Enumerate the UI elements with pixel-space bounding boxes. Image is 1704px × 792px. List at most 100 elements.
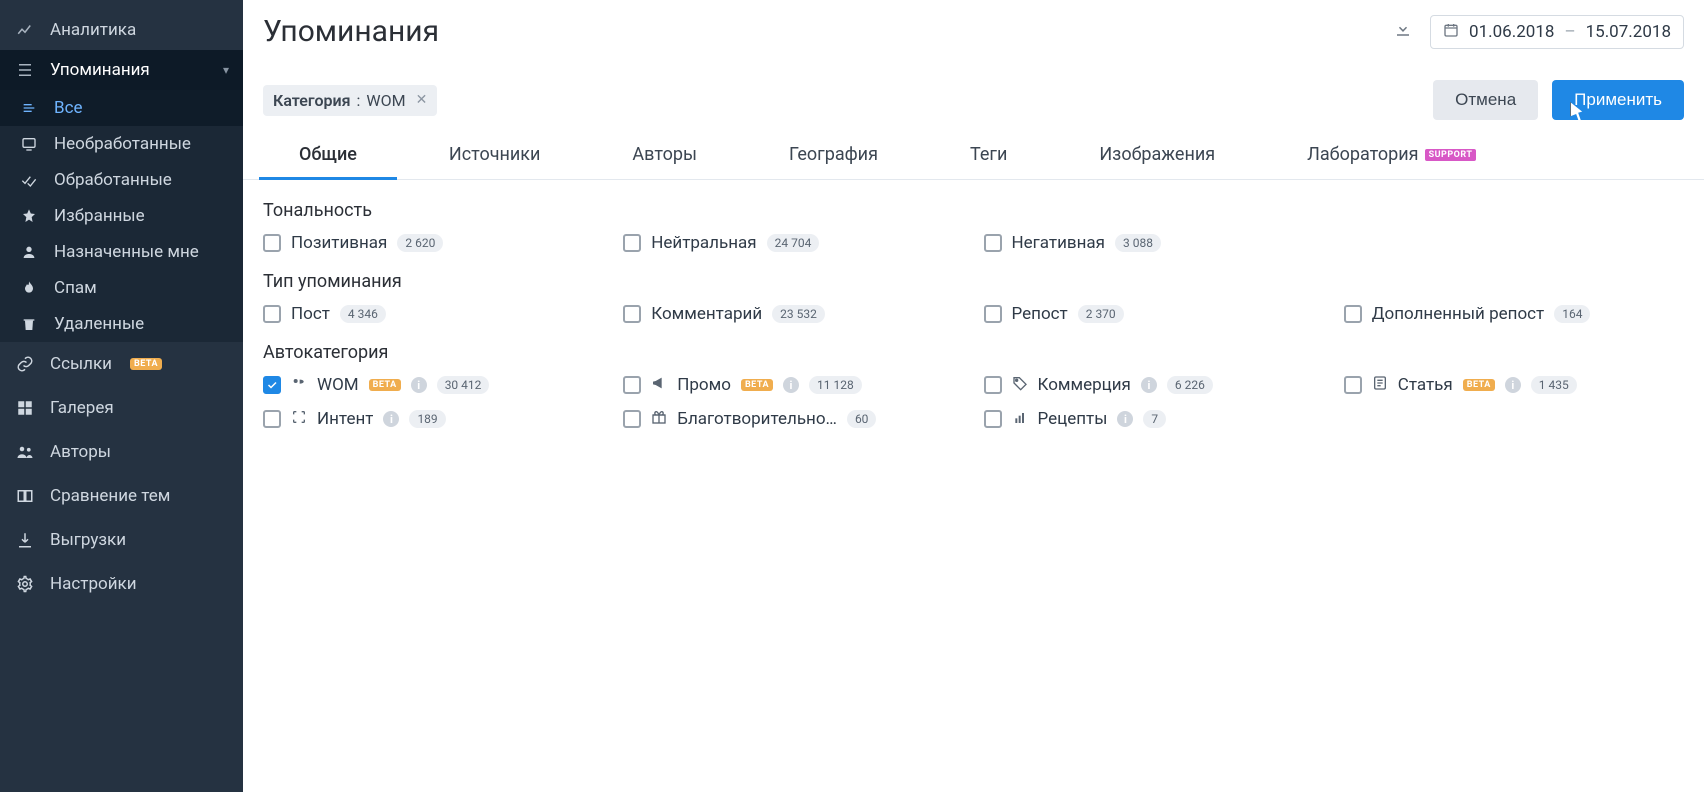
tab-lab[interactable]: Лаборатория SUPPORT [1289,130,1494,179]
checkbox[interactable] [263,376,281,394]
sidebar-sub-all[interactable]: Все [0,90,243,126]
grid-icon [14,399,36,417]
checkbox[interactable] [984,410,1002,428]
checkbox[interactable] [1344,305,1362,323]
article-icon [1372,375,1388,395]
sidebar-item-label: Выгрузки [50,530,126,550]
opt-recipes[interactable]: Рецепты i 7 [984,409,1324,429]
chevron-down-icon: ▾ [223,63,229,77]
main: Упоминания 01.06.2018 – 15.07.2018 Катег… [243,0,1704,792]
opt-positive[interactable]: Позитивная 2 620 [263,233,603,253]
opt-article[interactable]: Статья BETA i 1 435 [1344,375,1684,395]
tag-icon [1012,375,1028,395]
info-icon[interactable]: i [1505,377,1521,393]
opt-neutral[interactable]: Нейтральная 24 704 [623,233,963,253]
opt-repost[interactable]: Репост 2 370 [984,304,1324,324]
calendar-icon [1443,22,1459,42]
sidebar-item-compare[interactable]: Сравнение тем [0,474,243,518]
sidebar-sub-fav[interactable]: Избранные [0,198,243,234]
sidebar-sub-unprocessed[interactable]: Необработанные [0,126,243,162]
analytics-icon [14,21,36,39]
tab-tags[interactable]: Теги [952,130,1025,179]
apply-button[interactable]: Применить [1552,80,1684,120]
section-autocategory: Автокатегория WOM BETA i 30 412 [263,342,1684,429]
beta-badge: BETA [1463,379,1495,391]
checkbox[interactable] [623,376,641,394]
checkbox[interactable] [263,410,281,428]
info-icon[interactable]: i [783,377,799,393]
header: Упоминания 01.06.2018 – 15.07.2018 [243,0,1704,70]
tab-general[interactable]: Общие [281,130,375,179]
tab-images[interactable]: Изображения [1081,130,1233,179]
tab-authors[interactable]: Авторы [614,130,715,179]
content: Тональность Позитивная 2 620 Нейтральная… [243,180,1704,447]
sidebar-item-label: Сравнение тем [50,486,170,506]
sidebar-item-label: Авторы [50,442,111,462]
gift-icon [651,409,667,429]
download-button[interactable] [1390,16,1416,47]
opt-ext-repost[interactable]: Дополненный репост 164 [1344,304,1684,324]
checkbox[interactable] [263,305,281,323]
count-badge: 3 088 [1115,234,1161,252]
star-icon [18,208,40,224]
checkbox[interactable] [623,305,641,323]
tab-geo[interactable]: География [771,130,896,179]
sidebar-sub-label: Спам [54,278,97,298]
sidebar-sub-label: Все [54,98,83,118]
sidebar-sub-deleted[interactable]: Удаленные [0,306,243,342]
sidebar-subitems: Все Необработанные Обработанные Избранны… [0,90,243,342]
chip-remove-icon[interactable]: ✕ [416,92,428,108]
gear-icon [14,575,36,593]
sidebar-sub-label: Обработанные [54,170,172,190]
opt-promo[interactable]: Промо BETA i 11 128 [623,375,963,395]
sidebar-sub-label: Удаленные [54,314,144,334]
count-badge: 24 704 [767,234,820,252]
date-separator: – [1564,22,1575,42]
checkbox[interactable] [984,305,1002,323]
all-icon [18,100,40,116]
sidebar-sub-processed[interactable]: Обработанные [0,162,243,198]
date-from: 01.06.2018 [1469,22,1554,42]
count-badge: 2 620 [397,234,443,252]
sidebar-sub-label: Избранные [54,206,145,226]
checkbox[interactable] [1344,376,1362,394]
info-icon[interactable]: i [1117,411,1133,427]
opt-charity[interactable]: Благотворительно… 60 [623,409,963,429]
cancel-button[interactable]: Отмена [1433,80,1538,120]
sidebar-item-links[interactable]: Ссылки BETA [0,342,243,386]
filter-chip-category[interactable]: Категория: WOM ✕ [263,85,437,116]
info-icon[interactable]: i [411,377,427,393]
checkbox[interactable] [263,234,281,252]
section-title: Тональность [263,200,1684,221]
count-badge: 189 [409,410,445,428]
info-icon[interactable]: i [383,411,399,427]
opt-post[interactable]: Пост 4 346 [263,304,603,324]
page-title: Упоминания [263,14,439,49]
sidebar-item-mentions[interactable]: Упоминания ▾ [0,50,243,90]
sidebar-sub-assigned[interactable]: Назначенные мне [0,234,243,270]
checkbox[interactable] [984,376,1002,394]
tab-sources[interactable]: Источники [431,130,559,179]
compare-icon [14,487,36,505]
opt-wom[interactable]: WOM BETA i 30 412 [263,375,603,395]
sidebar-sub-spam[interactable]: Спам [0,270,243,306]
count-badge: 1 435 [1531,376,1577,394]
checkbox[interactable] [984,234,1002,252]
count-badge: 6 226 [1167,376,1213,394]
wom-icon [291,375,307,395]
opt-intent[interactable]: Интент i 189 [263,409,603,429]
sidebar-item-settings[interactable]: Настройки [0,562,243,606]
opt-commerce[interactable]: Коммерция i 6 226 [984,375,1324,395]
sidebar-item-analytics[interactable]: Аналитика [0,10,243,50]
sidebar-item-export[interactable]: Выгрузки [0,518,243,562]
tabs: Общие Источники Авторы География Теги Из… [243,130,1704,180]
sidebar-item-authors[interactable]: Авторы [0,430,243,474]
checkbox[interactable] [623,234,641,252]
checkbox[interactable] [623,410,641,428]
opt-comment[interactable]: Комментарий 23 532 [623,304,963,324]
count-badge: 11 128 [809,376,862,394]
date-range-picker[interactable]: 01.06.2018 – 15.07.2018 [1430,15,1684,49]
sidebar-item-gallery[interactable]: Галерея [0,386,243,430]
opt-negative[interactable]: Негативная 3 088 [984,233,1324,253]
info-icon[interactable]: i [1141,377,1157,393]
